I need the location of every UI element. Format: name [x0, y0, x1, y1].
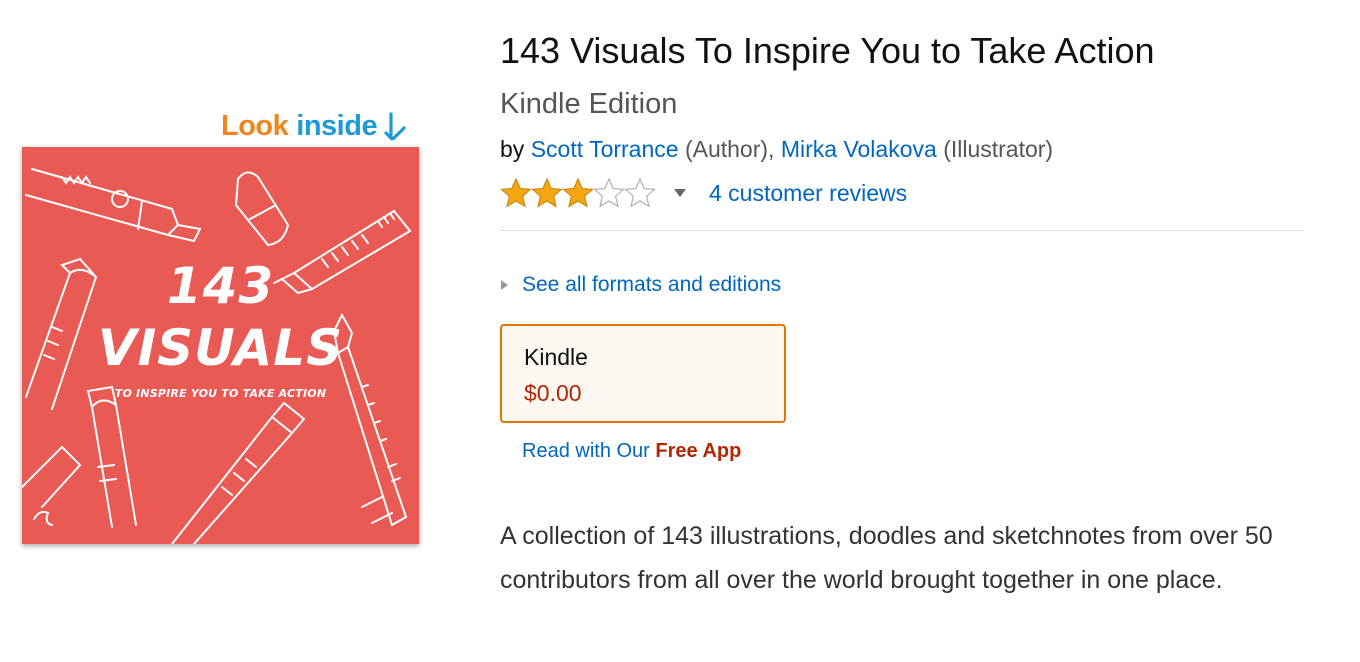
- free-app-link[interactable]: Read with Our Free App: [522, 440, 741, 463]
- look-inside-link[interactable]: Look inside: [221, 110, 407, 143]
- illustrator-link[interactable]: Mirka Volakova: [781, 136, 937, 162]
- star-rating[interactable]: [500, 177, 656, 209]
- illustrator-role: (Illustrator): [943, 136, 1054, 162]
- see-all-formats-link[interactable]: See all formats and editions: [522, 273, 781, 297]
- chevron-down-icon[interactable]: [673, 188, 687, 198]
- edition-label: Kindle Edition: [500, 88, 678, 120]
- cover-title-word: VISUALS: [97, 319, 344, 377]
- author-link[interactable]: Scott Torrance: [531, 136, 679, 162]
- customer-reviews-link[interactable]: 4 customer reviews: [709, 180, 907, 207]
- look-word: Look: [221, 110, 289, 142]
- rating-row: 4 customer reviews: [500, 177, 907, 209]
- star-filled-icon: [500, 177, 532, 208]
- formats-toggle[interactable]: See all formats and editions: [500, 273, 781, 297]
- book-cover-image[interactable]: 143 VISUALS TO INSPIRE YOU TO TAKE ACTIO…: [22, 147, 419, 544]
- star-empty-icon: [624, 177, 656, 208]
- divider: [500, 230, 1304, 231]
- down-arrow-icon: [384, 112, 406, 141]
- by-prefix: by: [500, 136, 525, 162]
- format-name: Kindle: [524, 344, 588, 370]
- byline: by Scott Torrance (Author), Mirka Volako…: [500, 136, 1053, 163]
- star-empty-icon: [593, 177, 625, 208]
- free-app-prefix: Read with Our: [522, 440, 650, 462]
- product-description: A collection of 143 illustrations, doodl…: [500, 522, 1273, 594]
- format-price: $0.00: [524, 380, 582, 406]
- cover-title-number: 143: [166, 257, 275, 315]
- product-title: 143 Visuals To Inspire You to Take Actio…: [500, 30, 1155, 71]
- cover-subtitle: TO INSPIRE YOU TO TAKE ACTION: [114, 387, 327, 400]
- author-role: (Author),: [684, 136, 775, 162]
- star-filled-icon: [531, 177, 563, 208]
- inside-word: inside: [296, 110, 378, 142]
- star-filled-icon: [562, 177, 594, 208]
- caret-right-icon: [501, 280, 508, 290]
- format-option-kindle[interactable]: Kindle $0.00: [500, 324, 786, 423]
- free-app-strong: Free App: [655, 440, 742, 462]
